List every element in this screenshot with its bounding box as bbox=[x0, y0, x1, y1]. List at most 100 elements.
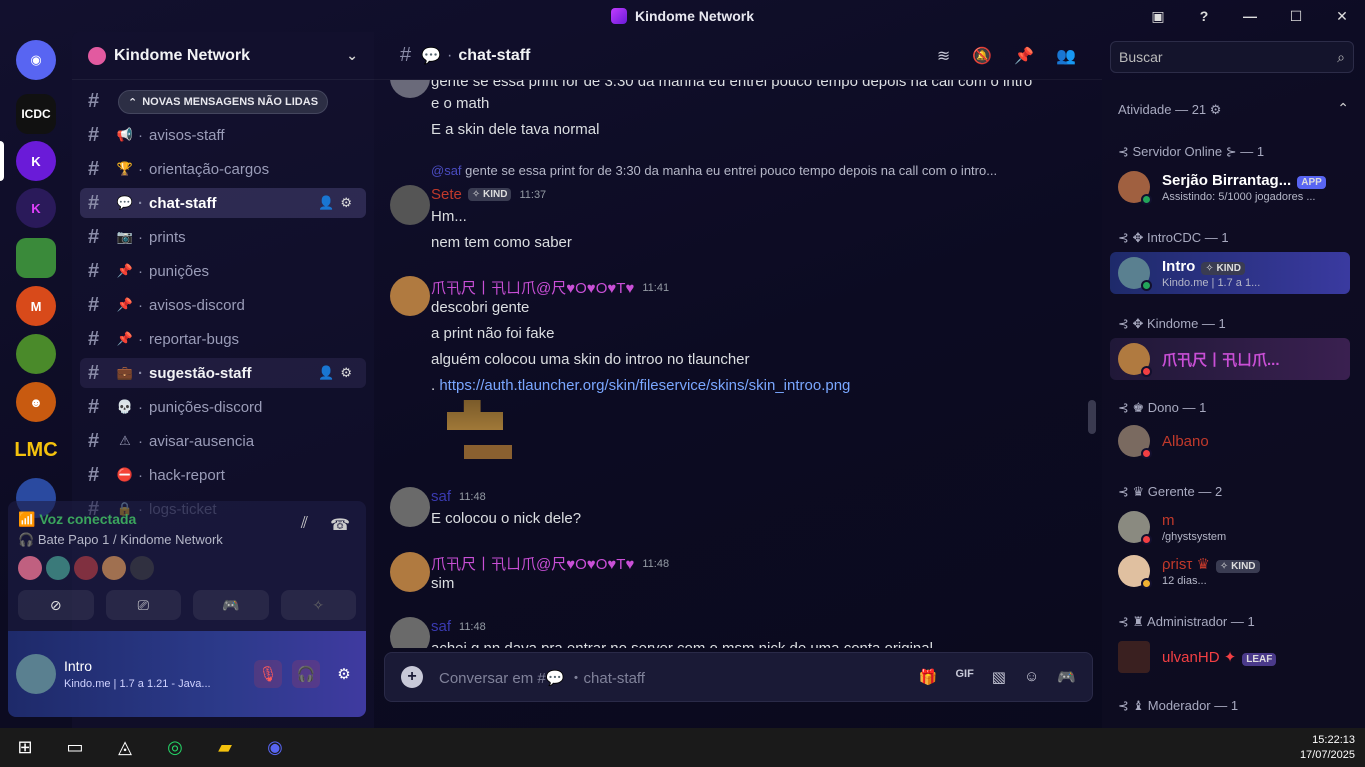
avatar[interactable] bbox=[390, 276, 430, 316]
server-name: Kindome Network bbox=[114, 46, 251, 64]
avatar[interactable] bbox=[390, 552, 430, 592]
channel-actions[interactable]: 👤⚙ bbox=[318, 365, 358, 381]
channel-item[interactable]: # ⛔ · hack-report bbox=[80, 460, 366, 490]
skin-image[interactable] bbox=[447, 400, 503, 430]
gif-button[interactable]: GIF bbox=[955, 668, 973, 686]
notification-bell-icon[interactable]: 🔕 bbox=[972, 46, 992, 66]
file-explorer-icon[interactable]: ▰ bbox=[200, 728, 250, 767]
unread-messages-banner[interactable]: ⌃ NOVAS MENSAGENS NÃO LIDAS bbox=[118, 90, 329, 114]
hash-icon: # bbox=[88, 191, 100, 214]
avatar[interactable] bbox=[46, 556, 70, 580]
close-button[interactable]: ✕ bbox=[1319, 8, 1365, 25]
members-icon[interactable]: 👥 bbox=[1056, 46, 1076, 66]
threads-icon[interactable]: ≋ bbox=[937, 46, 950, 66]
message-text: alguém colocou uma skin do introo no tla… bbox=[431, 351, 750, 368]
channel-item-unread[interactable]: # 💼 · sugestão-staff 👤⚙ bbox=[80, 358, 366, 388]
member-item[interactable]: Intro ✧ KIND Kindo.me | 1.7 a 1... bbox=[1110, 252, 1350, 294]
channel-item[interactable]: # 📌 · punições bbox=[80, 256, 366, 286]
channel-item[interactable]: # 📌 · avisos-discord bbox=[80, 290, 366, 320]
server-lmc[interactable]: LMC bbox=[14, 430, 57, 470]
gift-icon[interactable]: 🎁 bbox=[919, 668, 938, 686]
chevron-down-icon: ⌄ bbox=[346, 47, 358, 63]
role-tag: LEAF bbox=[1242, 653, 1277, 666]
activities-icon[interactable]: 🎮 bbox=[1057, 668, 1076, 686]
task-view-icon[interactable]: ▭ bbox=[50, 728, 100, 767]
member-item[interactable]: Serjão Birrantag... APP Assistindo: 5/1000… bbox=[1118, 166, 1358, 208]
author-name[interactable]: 爪卂尺丨卂ㄩ爪@尺♥O♥O♥T♥ bbox=[431, 277, 634, 298]
avatar[interactable] bbox=[102, 556, 126, 580]
member-item[interactable]: 爪卂尺丨卂ㄩ爪... bbox=[1110, 338, 1350, 380]
channel-item-active[interactable]: # 💬 · chat-staff 👤⚙ bbox=[80, 188, 366, 218]
message-composer[interactable]: + Conversar em #💬 ・chat-staff 🎁 GIF ▧ ☺ … bbox=[384, 652, 1093, 702]
discord-taskbar-icon[interactable]: ◉ bbox=[250, 728, 300, 767]
system-clock[interactable]: 15:22:13 17/07/2025 bbox=[1300, 733, 1355, 763]
server-pumpkin[interactable]: ☻ bbox=[16, 382, 56, 422]
inbox-icon[interactable]: ▣ bbox=[1135, 8, 1181, 25]
server-minecraft[interactable] bbox=[16, 238, 56, 278]
author-name[interactable]: saf bbox=[431, 618, 451, 635]
noise-suppression-icon[interactable]: ⫽ bbox=[301, 515, 308, 535]
reply-preview[interactable]: @saf gente se essa print for de 3:30 da … bbox=[431, 163, 997, 178]
sticker-icon[interactable]: ▧ bbox=[992, 668, 1006, 686]
server-green[interactable] bbox=[16, 334, 56, 374]
channel-item[interactable]: # 💀 · punições-discord bbox=[80, 392, 366, 422]
avatar[interactable] bbox=[18, 556, 42, 580]
channel-label: punições-discord bbox=[149, 398, 263, 416]
author-name[interactable]: Sete bbox=[431, 186, 462, 203]
channel-item[interactable]: # 📷 · prints bbox=[80, 222, 366, 252]
avatar[interactable] bbox=[390, 617, 430, 648]
member-item[interactable]: Albano bbox=[1118, 420, 1358, 462]
gear-icon[interactable]: ⚙ bbox=[1210, 102, 1222, 117]
screen-share-button[interactable]: ⎚ bbox=[105, 590, 181, 620]
author-name[interactable]: saf bbox=[431, 488, 451, 505]
avatar[interactable] bbox=[74, 556, 98, 580]
channel-actions[interactable]: 👤⚙ bbox=[318, 195, 358, 211]
emoji-icon[interactable]: ☺ bbox=[1024, 668, 1039, 686]
minimize-button[interactable]: — bbox=[1227, 8, 1273, 24]
soundboard-button[interactable]: ✧ bbox=[280, 590, 356, 620]
chevron-up-icon[interactable]: ⌃ bbox=[1337, 100, 1349, 117]
channel-item[interactable]: # 📢 · avisos-staff bbox=[80, 120, 366, 150]
server-mushroom[interactable]: M bbox=[16, 286, 56, 326]
activities-button[interactable]: 🎮 bbox=[193, 590, 269, 620]
disconnect-icon[interactable]: ☎ bbox=[330, 515, 350, 535]
avatar[interactable] bbox=[130, 556, 154, 580]
avatar bbox=[1118, 257, 1152, 291]
channel-item[interactable]: # 🏆 · orientação-cargos bbox=[80, 154, 366, 184]
server-kindome-tournament[interactable]: K bbox=[16, 188, 56, 228]
add-attachment-button[interactable]: + bbox=[401, 666, 423, 688]
home-button[interactable]: ◉ bbox=[16, 40, 56, 80]
message-link[interactable]: https://auth.tlauncher.org/skin/fileserv… bbox=[439, 377, 850, 394]
avatar[interactable] bbox=[390, 487, 430, 527]
server-icdc[interactable]: ICDC bbox=[16, 94, 56, 134]
avatar[interactable] bbox=[390, 185, 430, 225]
maximize-button[interactable]: ☐ bbox=[1273, 8, 1319, 25]
windows-start-icon[interactable]: ⊞ bbox=[0, 728, 50, 767]
skin-image[interactable] bbox=[464, 445, 512, 459]
mic-muted-icon[interactable]: 🎙 bbox=[254, 660, 282, 688]
member-item[interactable]: ρrisτ ♛ ✧ KIND 12 dias... bbox=[1118, 550, 1358, 592]
timestamp: 11:48 bbox=[459, 490, 486, 503]
search-input[interactable]: Buscar ⌕ bbox=[1110, 41, 1354, 73]
whatsapp-icon[interactable]: ◎ bbox=[150, 728, 200, 767]
avatar[interactable] bbox=[16, 654, 56, 694]
gear-icon[interactable]: ⚙ bbox=[330, 660, 358, 688]
headphones-deafened-icon[interactable]: 🎧 bbox=[292, 660, 320, 688]
avatar[interactable] bbox=[390, 80, 430, 98]
help-icon[interactable]: ? bbox=[1181, 8, 1227, 24]
member-item[interactable]: ulvanHD ✦ LEAF bbox=[1118, 636, 1358, 678]
member-item[interactable]: m/ghystsystem bbox=[1118, 506, 1358, 548]
channel-item[interactable]: # 📌 · reportar-bugs bbox=[80, 324, 366, 354]
user-info[interactable]: Intro Kindo.me | 1.7 a 1.21 - Java... bbox=[64, 658, 211, 690]
app-icon[interactable]: ◬ bbox=[100, 728, 150, 767]
author-name[interactable]: 爪卂尺丨卂ㄩ爪@尺♥O♥O♥T♥ bbox=[431, 553, 634, 574]
pin-icon[interactable]: 📌 bbox=[1014, 46, 1034, 66]
server-kindome[interactable]: K bbox=[16, 141, 56, 181]
discord-window: Kindome Network ▣ ? — ☐ ✕ ◉ ICDC K K M ☻… bbox=[0, 0, 1365, 767]
server-header[interactable]: Kindome Network ⌄ bbox=[72, 32, 374, 80]
scrollbar[interactable] bbox=[1088, 400, 1096, 434]
chat-header: # 💬 · chat-staff ≋ 🔕 📌 👥 bbox=[374, 32, 1102, 80]
channel-item[interactable]: # ⚠ · avisar-ausencia bbox=[80, 426, 366, 456]
camera-off-button[interactable]: ⊘ bbox=[18, 590, 94, 620]
search-icon: ⌕ bbox=[1337, 48, 1345, 65]
